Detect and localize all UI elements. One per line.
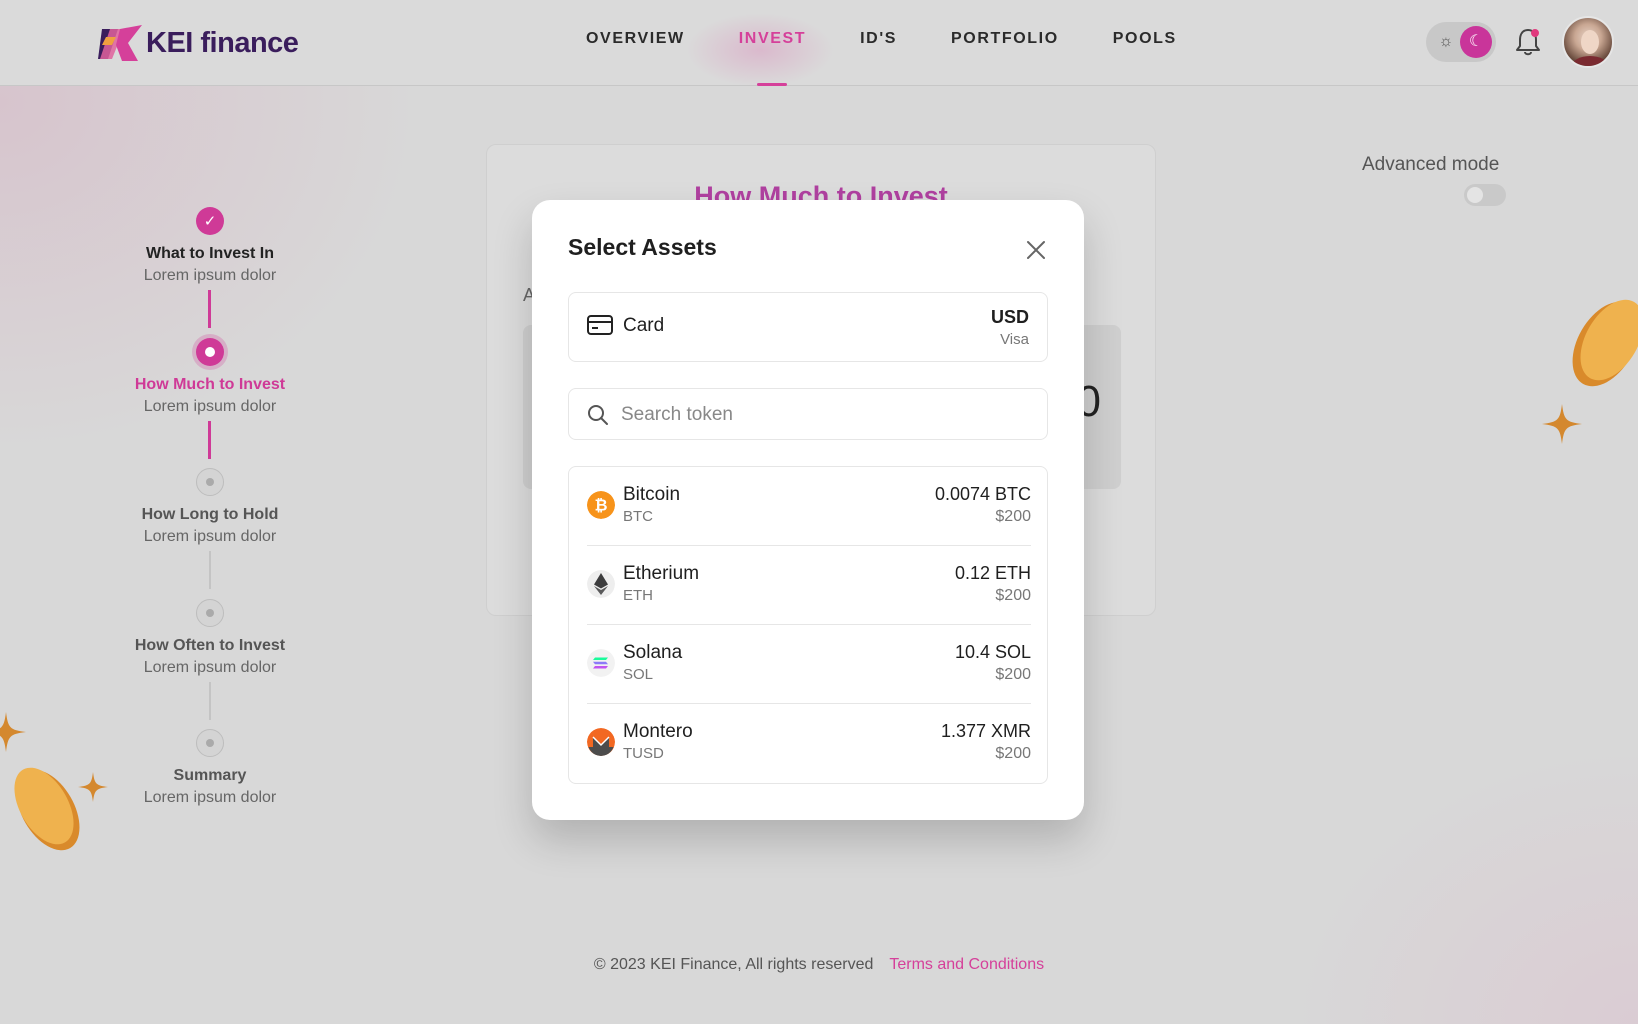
token-usd-value: $200 xyxy=(995,508,1031,525)
sparkle-icon xyxy=(78,772,108,802)
moon-icon: ☾ xyxy=(1460,26,1492,58)
step-how-much[interactable]: How Much to Invest Lorem ipsum dolor xyxy=(90,338,330,416)
step-connector xyxy=(208,421,211,459)
token-search[interactable] xyxy=(568,388,1048,440)
user-avatar[interactable] xyxy=(1562,16,1614,68)
pending-step-dot-icon xyxy=(196,729,224,757)
step-subtitle: Lorem ipsum dolor xyxy=(143,267,277,284)
payment-method-label: Card xyxy=(623,315,665,336)
payment-network: Visa xyxy=(1000,331,1029,348)
nav-portfolio[interactable]: PORTFOLIO xyxy=(951,30,1059,86)
modal-title: Select Assets xyxy=(568,234,717,260)
monero-icon xyxy=(587,728,615,756)
bitcoin-icon: ₿ xyxy=(587,491,615,519)
token-name: Bitcoin xyxy=(623,484,681,505)
step-title: How Often to Invest xyxy=(134,637,286,654)
active-step-dot-icon xyxy=(196,338,224,366)
token-amount: 0.12 ETH xyxy=(954,563,1031,583)
step-connector xyxy=(209,551,211,589)
nav-overview[interactable]: OVERVIEW xyxy=(586,30,685,86)
pending-step-dot-icon xyxy=(196,599,224,627)
token-row-solana[interactable]: Solana SOL 10.4 SOL $200 xyxy=(587,625,1031,704)
step-how-long[interactable]: How Long to Hold Lorem ipsum dolor xyxy=(90,468,330,546)
step-how-often[interactable]: How Often to Invest Lorem ipsum dolor xyxy=(90,599,330,677)
solana-icon xyxy=(587,649,615,677)
token-row-bitcoin[interactable]: ₿ Bitcoin BTC 0.0074 BTC $200 xyxy=(587,467,1031,546)
step-title: What to Invest In xyxy=(146,245,274,262)
token-amount: 0.0074 BTC xyxy=(934,484,1031,504)
token-usd-value: $200 xyxy=(995,745,1031,762)
payment-method-selector[interactable]: Card USD Visa xyxy=(568,292,1048,362)
token-name: Etherium xyxy=(623,563,700,584)
step-subtitle: Lorem ipsum dolor xyxy=(143,528,277,545)
page-footer: © 2023 KEI Finance, All rights reserved T… xyxy=(0,956,1638,974)
sparkle-icon xyxy=(1542,404,1582,444)
brand-name: KEI finance xyxy=(146,26,299,59)
step-summary[interactable]: Summary Lorem ipsum dolor xyxy=(90,729,330,807)
payment-currency: USD xyxy=(990,307,1029,327)
step-connector xyxy=(209,682,211,720)
token-list: ₿ Bitcoin BTC 0.0074 BTC $200 Etherium E… xyxy=(568,466,1048,784)
step-title: How Long to Hold xyxy=(141,506,279,523)
copyright-text: © 2023 KEI Finance, All rights reserved xyxy=(593,956,874,973)
step-what-to-invest[interactable]: ✓ What to Invest In Lorem ipsum dolor xyxy=(90,207,330,285)
token-symbol: ETH xyxy=(623,587,653,604)
advanced-mode-label: Advanced mode xyxy=(1362,154,1500,175)
sparkle-icon xyxy=(0,712,26,752)
terms-link[interactable]: Terms and Conditions xyxy=(889,956,1044,973)
ethereum-icon xyxy=(587,570,615,598)
nav-invest[interactable]: INVEST xyxy=(739,30,806,86)
token-name: Montero xyxy=(623,721,693,742)
step-subtitle: Lorem ipsum dolor xyxy=(143,789,277,806)
select-assets-modal: Select Assets Card USD Visa ₿ Bitcoin BT… xyxy=(532,200,1084,820)
check-icon: ✓ xyxy=(196,207,224,235)
step-subtitle: Lorem ipsum dolor xyxy=(143,659,277,676)
step-title: How Much to Invest xyxy=(134,376,286,393)
token-row-ethereum[interactable]: Etherium ETH 0.12 ETH $200 xyxy=(587,546,1031,625)
token-usd-value: $200 xyxy=(995,587,1031,604)
nav-pools[interactable]: POOLS xyxy=(1113,30,1177,86)
advanced-mode-toggle[interactable] xyxy=(1464,184,1506,206)
step-title: Summary xyxy=(173,767,247,784)
search-icon xyxy=(588,405,608,425)
token-amount: 10.4 SOL xyxy=(954,642,1031,662)
top-navbar: KEI finance OVERVIEW INVEST ID'S PORTFOL… xyxy=(0,0,1638,90)
token-symbol: TUSD xyxy=(623,745,664,762)
token-name: Solana xyxy=(623,642,683,663)
notification-dot xyxy=(1531,29,1539,37)
kei-logo-icon xyxy=(98,25,142,61)
token-usd-value: $200 xyxy=(995,666,1031,683)
step-connector xyxy=(208,290,211,328)
token-symbol: SOL xyxy=(623,666,654,683)
close-icon[interactable] xyxy=(1022,236,1050,264)
token-amount: 1.377 XMR xyxy=(940,721,1031,741)
svg-text:₿: ₿ xyxy=(594,496,607,515)
token-symbol: BTC xyxy=(623,508,653,525)
pending-step-dot-icon xyxy=(196,468,224,496)
token-row-monero[interactable]: Montero TUSD 1.377 XMR $200 xyxy=(587,704,1031,783)
theme-toggle[interactable]: ☼ ☾ xyxy=(1426,22,1496,62)
step-subtitle: Lorem ipsum dolor xyxy=(143,398,277,415)
credit-card-icon xyxy=(587,315,613,335)
sun-icon: ☼ xyxy=(1438,33,1454,50)
nav-ids[interactable]: ID'S xyxy=(860,30,897,86)
search-input[interactable] xyxy=(621,399,1021,431)
brand-logo[interactable]: KEI finance xyxy=(98,22,299,64)
coin-decoration-icon xyxy=(1572,299,1638,387)
main-nav: OVERVIEW INVEST ID'S PORTFOLIO POOLS xyxy=(586,30,1231,86)
